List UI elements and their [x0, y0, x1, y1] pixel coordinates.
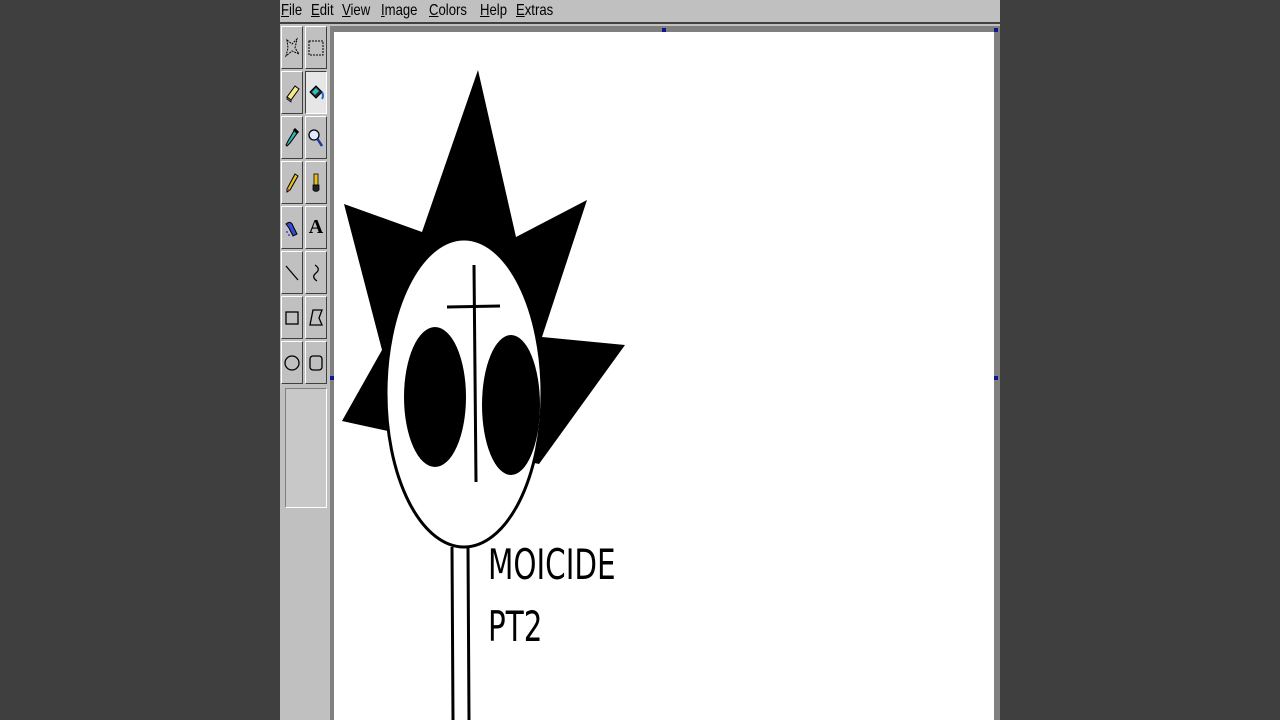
- menu-help[interactable]: Help: [480, 2, 507, 20]
- menu-bar: File Edit View Image Colors Help Extras: [280, 0, 1000, 24]
- line-icon: [285, 265, 299, 280]
- resize-handle-right-middle[interactable]: [994, 376, 998, 380]
- left-eye-shape: [404, 327, 466, 467]
- tool-eraser[interactable]: [281, 71, 303, 114]
- drawing-artwork: [342, 70, 625, 720]
- tool-curve[interactable]: [305, 251, 327, 294]
- rectangle-icon: [285, 310, 299, 325]
- menu-view[interactable]: View: [342, 2, 370, 20]
- tool-rectangle[interactable]: [281, 296, 303, 339]
- cross-horizontal: [446, 304, 501, 309]
- right-eye-shape: [482, 335, 540, 475]
- tool-pick-color[interactable]: [281, 116, 303, 159]
- brush-icon: [312, 173, 320, 192]
- airbrush-icon: [285, 221, 298, 237]
- canvas-text-line-2: PT2: [488, 602, 543, 651]
- tool-pencil[interactable]: [281, 161, 303, 204]
- tool-rounded-rectangle[interactable]: [305, 341, 327, 384]
- rect-select-icon: [308, 40, 324, 55]
- drawing-canvas[interactable]: MOICIDE PT2: [334, 32, 994, 720]
- neck-line-right: [466, 546, 471, 720]
- eyedropper-icon: [285, 127, 300, 147]
- canvas-area[interactable]: MOICIDE PT2: [330, 26, 1000, 720]
- tool-brush[interactable]: [305, 161, 327, 204]
- cross-vertical: [472, 264, 478, 483]
- tool-text[interactable]: A: [305, 206, 327, 249]
- tool-magnifier[interactable]: [305, 116, 327, 159]
- polygon-icon: [309, 308, 323, 326]
- tool-fill-bucket[interactable]: [305, 71, 327, 114]
- tool-airbrush[interactable]: [281, 206, 303, 249]
- paint-window: File Edit View Image Colors Help Extras: [280, 0, 1000, 720]
- magnifier-icon: [308, 128, 324, 147]
- tool-line[interactable]: [281, 251, 303, 294]
- ellipse-icon: [284, 354, 300, 371]
- tool-ellipse[interactable]: [281, 341, 303, 384]
- menu-edit[interactable]: Edit: [311, 2, 334, 20]
- tool-rectangle-select[interactable]: [305, 26, 327, 69]
- canvas-text-line-1: MOICIDE: [488, 540, 616, 589]
- tool-free-form-select[interactable]: [281, 26, 303, 69]
- menu-image[interactable]: Image: [381, 2, 417, 20]
- curve-icon: [313, 263, 319, 282]
- free-select-icon: [285, 36, 301, 57]
- menu-file[interactable]: File: [281, 2, 302, 20]
- resize-handle-top-middle[interactable]: [662, 28, 666, 32]
- neck-line-left: [450, 546, 455, 720]
- eraser-icon: [286, 84, 300, 103]
- text-icon: A: [308, 216, 324, 238]
- resize-handle-left-middle[interactable]: [330, 376, 334, 380]
- pencil-icon: [286, 172, 299, 193]
- menu-colors[interactable]: Colors: [429, 2, 467, 20]
- tool-polygon[interactable]: [305, 296, 327, 339]
- rounded-rect-icon: [309, 354, 323, 371]
- resize-handle-top-right[interactable]: [994, 28, 998, 32]
- menu-extras[interactable]: Extras: [516, 2, 553, 20]
- tool-options-box[interactable]: [285, 388, 327, 508]
- toolbox: A: [280, 26, 330, 720]
- fill-bucket-icon: [309, 84, 324, 100]
